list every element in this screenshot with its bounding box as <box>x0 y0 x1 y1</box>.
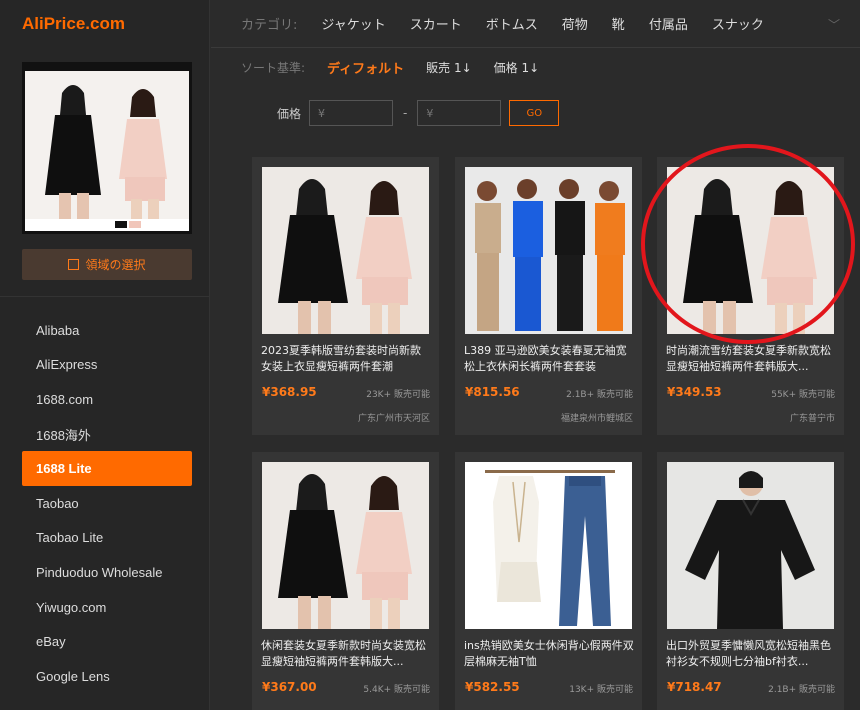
price-filter-label: 価格 <box>277 106 302 121</box>
product-card[interactable]: 2023夏季韩版雪纺套装时尚新款女装上衣显瘦短裤两件套潮 ¥368.95 23K… <box>252 157 439 435</box>
chevron-down-icon[interactable]: ﹀ <box>828 16 840 33</box>
platform-item-1688-lite[interactable]: 1688 Lite <box>22 451 192 486</box>
category-label: カテゴリ: <box>241 18 298 33</box>
platform-item-1688-overseas[interactable]: 1688海外 <box>22 417 192 452</box>
product-title[interactable]: 时尚潮流雪纺套装女夏季新款宽松显瘦短袖短裤两件套韩版大... <box>666 343 836 375</box>
platform-item-aliexpress[interactable]: AliExpress <box>22 348 192 383</box>
sidebar-divider <box>0 296 210 297</box>
category-snacks[interactable]: スナック <box>712 14 764 33</box>
product-price: ¥718.47 <box>667 680 722 694</box>
product-image[interactable] <box>262 462 429 629</box>
sort-default[interactable]: ディフォルト <box>327 58 404 77</box>
sort-label: ソート基準: <box>241 60 306 75</box>
product-title[interactable]: L389 亚马逊欧美女装春夏无袖宽松上衣休闲长裤两件套套装 <box>464 343 634 375</box>
platform-item-1688[interactable]: 1688.com <box>22 382 192 417</box>
product-title[interactable]: 2023夏季韩版雪纺套装时尚新款女装上衣显瘦短裤两件套潮 <box>261 343 431 375</box>
product-card[interactable]: 时尚潮流雪纺套装女夏季新款宽松显瘦短袖短裤两件套韩版大... ¥349.53 5… <box>657 157 844 435</box>
results-panel: カテゴリ: ジャケット スカート ボトムス 荷物 靴 付属品 スナック ﹀ ソー… <box>211 0 860 710</box>
crop-icon <box>68 259 80 270</box>
product-card[interactable]: L389 亚马逊欧美女装春夏无袖宽松上衣休闲长裤两件套套装 ¥815.56 2.… <box>455 157 642 435</box>
select-area-button[interactable]: 領域の選択 <box>22 249 192 280</box>
price-range-dash: - <box>403 106 408 120</box>
category-accessories[interactable]: 付属品 <box>649 14 688 33</box>
price-max-input[interactable] <box>417 100 502 126</box>
platform-list: Alibaba AliExpress 1688.com 1688海外 1688 … <box>22 313 192 694</box>
product-title[interactable]: 出口外贸夏季慵懒风宽松短袖黑色衬衫女不规则七分袖bf衬衣... <box>666 638 836 670</box>
product-card[interactable]: ins热销欧美女士休闲背心假两件双层棉麻无袖T恤 ¥582.55 13K+ 販売… <box>455 452 642 710</box>
platform-item-ebay[interactable]: eBay <box>22 624 192 659</box>
sort-sales[interactable]: 販売 1↓ <box>426 59 472 76</box>
price-min-input[interactable] <box>309 100 394 126</box>
platform-item-yiwugo[interactable]: Yiwugo.com <box>22 590 192 625</box>
product-image[interactable] <box>667 167 834 334</box>
category-skirt[interactable]: スカート <box>410 14 462 33</box>
platform-item-google-lens[interactable]: Google Lens <box>22 659 192 694</box>
product-image[interactable] <box>465 462 632 629</box>
category-bottoms[interactable]: ボトムス <box>486 14 538 33</box>
product-image[interactable] <box>262 167 429 334</box>
product-price: ¥367.00 <box>262 680 317 694</box>
product-sold-count: 2.1B+ 販売可能 <box>566 390 633 400</box>
product-card[interactable]: 出口外贸夏季慵懒风宽松短袖黑色衬衫女不规则七分袖bf衬衣... ¥718.47 … <box>657 452 844 710</box>
product-location: 福建泉州市鲤城区 <box>560 414 633 424</box>
platform-item-pinduoduo[interactable]: Pinduoduo Wholesale <box>22 555 192 590</box>
query-image-preview <box>22 62 192 234</box>
product-price: ¥368.95 <box>262 385 317 399</box>
product-title[interactable]: ins热销欧美女士休闲背心假两件双层棉麻无袖T恤 <box>464 638 634 670</box>
product-sold-count: 55K+ 販売可能 <box>771 390 835 400</box>
product-card[interactable]: 休闲套装女夏季新款时尚女装宽松显瘦短袖短裤两件套韩版大... ¥367.00 5… <box>252 452 439 710</box>
product-price: ¥815.56 <box>465 385 520 399</box>
sort-bar: ソート基準: ディフォルト 販売 1↓ 価格 1↓ <box>241 56 561 78</box>
product-location: 广东普宁市 <box>789 414 835 424</box>
product-title[interactable]: 休闲套装女夏季新款时尚女装宽松显瘦短袖短裤两件套韩版大... <box>261 638 431 670</box>
price-filter: 価格 - GO <box>277 100 560 126</box>
sort-price[interactable]: 価格 1↓ <box>494 59 540 76</box>
product-price: ¥349.53 <box>667 385 722 399</box>
select-area-label: 領域の選択 <box>85 258 146 272</box>
product-location: 广东广州市天河区 <box>357 414 430 424</box>
category-jacket[interactable]: ジャケット <box>321 14 385 33</box>
product-sold-count: 2.1B+ 販売可能 <box>768 685 835 695</box>
product-image[interactable] <box>465 167 632 334</box>
category-luggage[interactable]: 荷物 <box>562 14 588 33</box>
category-bar: カテゴリ: ジャケット スカート ボトムス 荷物 靴 付属品 スナック ﹀ <box>211 0 860 48</box>
platform-item-taobao[interactable]: Taobao <box>22 486 192 521</box>
product-sold-count: 23K+ 販売可能 <box>366 390 430 400</box>
product-sold-count: 13K+ 販売可能 <box>569 685 633 695</box>
platform-item-taobao-lite[interactable]: Taobao Lite <box>22 521 192 556</box>
product-image[interactable] <box>667 462 834 629</box>
aliprice-logo[interactable]: AliPrice.com <box>22 14 125 34</box>
product-price: ¥582.55 <box>465 680 520 694</box>
category-shoes[interactable]: 靴 <box>612 14 625 33</box>
price-go-button[interactable]: GO <box>509 100 560 126</box>
platform-item-alibaba[interactable]: Alibaba <box>22 313 192 348</box>
sidebar: AliPrice.com 領域の選択 Alibaba AliExpress 16… <box>0 0 210 710</box>
product-sold-count: 5.4K+ 販売可能 <box>363 685 430 695</box>
